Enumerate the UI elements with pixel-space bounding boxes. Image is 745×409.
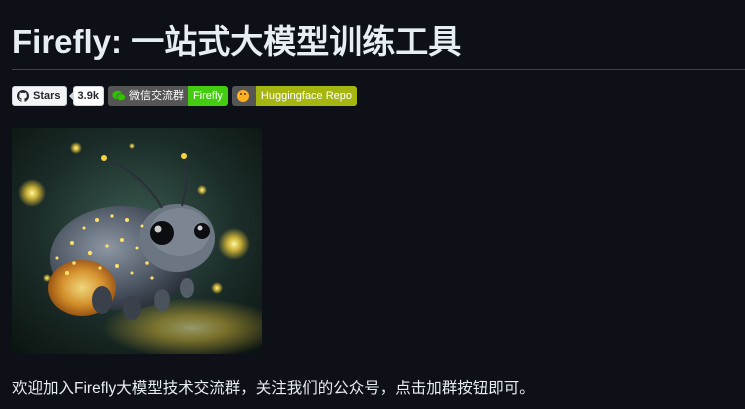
github-stars-button[interactable]: Stars <box>12 86 67 106</box>
huggingface-badge-value: Huggingface Repo <box>255 86 358 106</box>
github-icon <box>17 90 29 102</box>
huggingface-repo-badge[interactable]: Huggingface Repo <box>231 86 358 106</box>
firefly-creature-illustration <box>12 128 262 354</box>
github-stars-count[interactable]: 3.9k <box>68 86 104 106</box>
wechat-group-badge[interactable]: 微信交流群 Firefly <box>107 86 228 106</box>
page-title: Firefly: 一站式大模型训练工具 <box>12 23 462 60</box>
github-stars-badge[interactable]: Stars 3.9k <box>12 86 104 106</box>
wechat-icon <box>112 90 126 102</box>
wechat-badge-left: 微信交流群 <box>107 86 188 106</box>
title-divider <box>12 69 745 70</box>
wechat-badge-value: Firefly <box>187 86 228 106</box>
badge-row: Stars 3.9k 微信交流群 Firefly Huggingface Rep… <box>12 86 361 106</box>
readme-page: Firefly: 一站式大模型训练工具 Stars 3.9k 微信交流群 Fir… <box>0 0 745 409</box>
huggingface-icon <box>236 90 249 102</box>
huggingface-badge-left <box>231 86 256 106</box>
github-stars-label: Stars <box>33 90 61 102</box>
welcome-text: 欢迎加入Firefly大模型技术交流群，关注我们的公众号，点击加群按钮即可。 <box>12 380 535 397</box>
wechat-badge-label: 微信交流群 <box>128 90 184 102</box>
